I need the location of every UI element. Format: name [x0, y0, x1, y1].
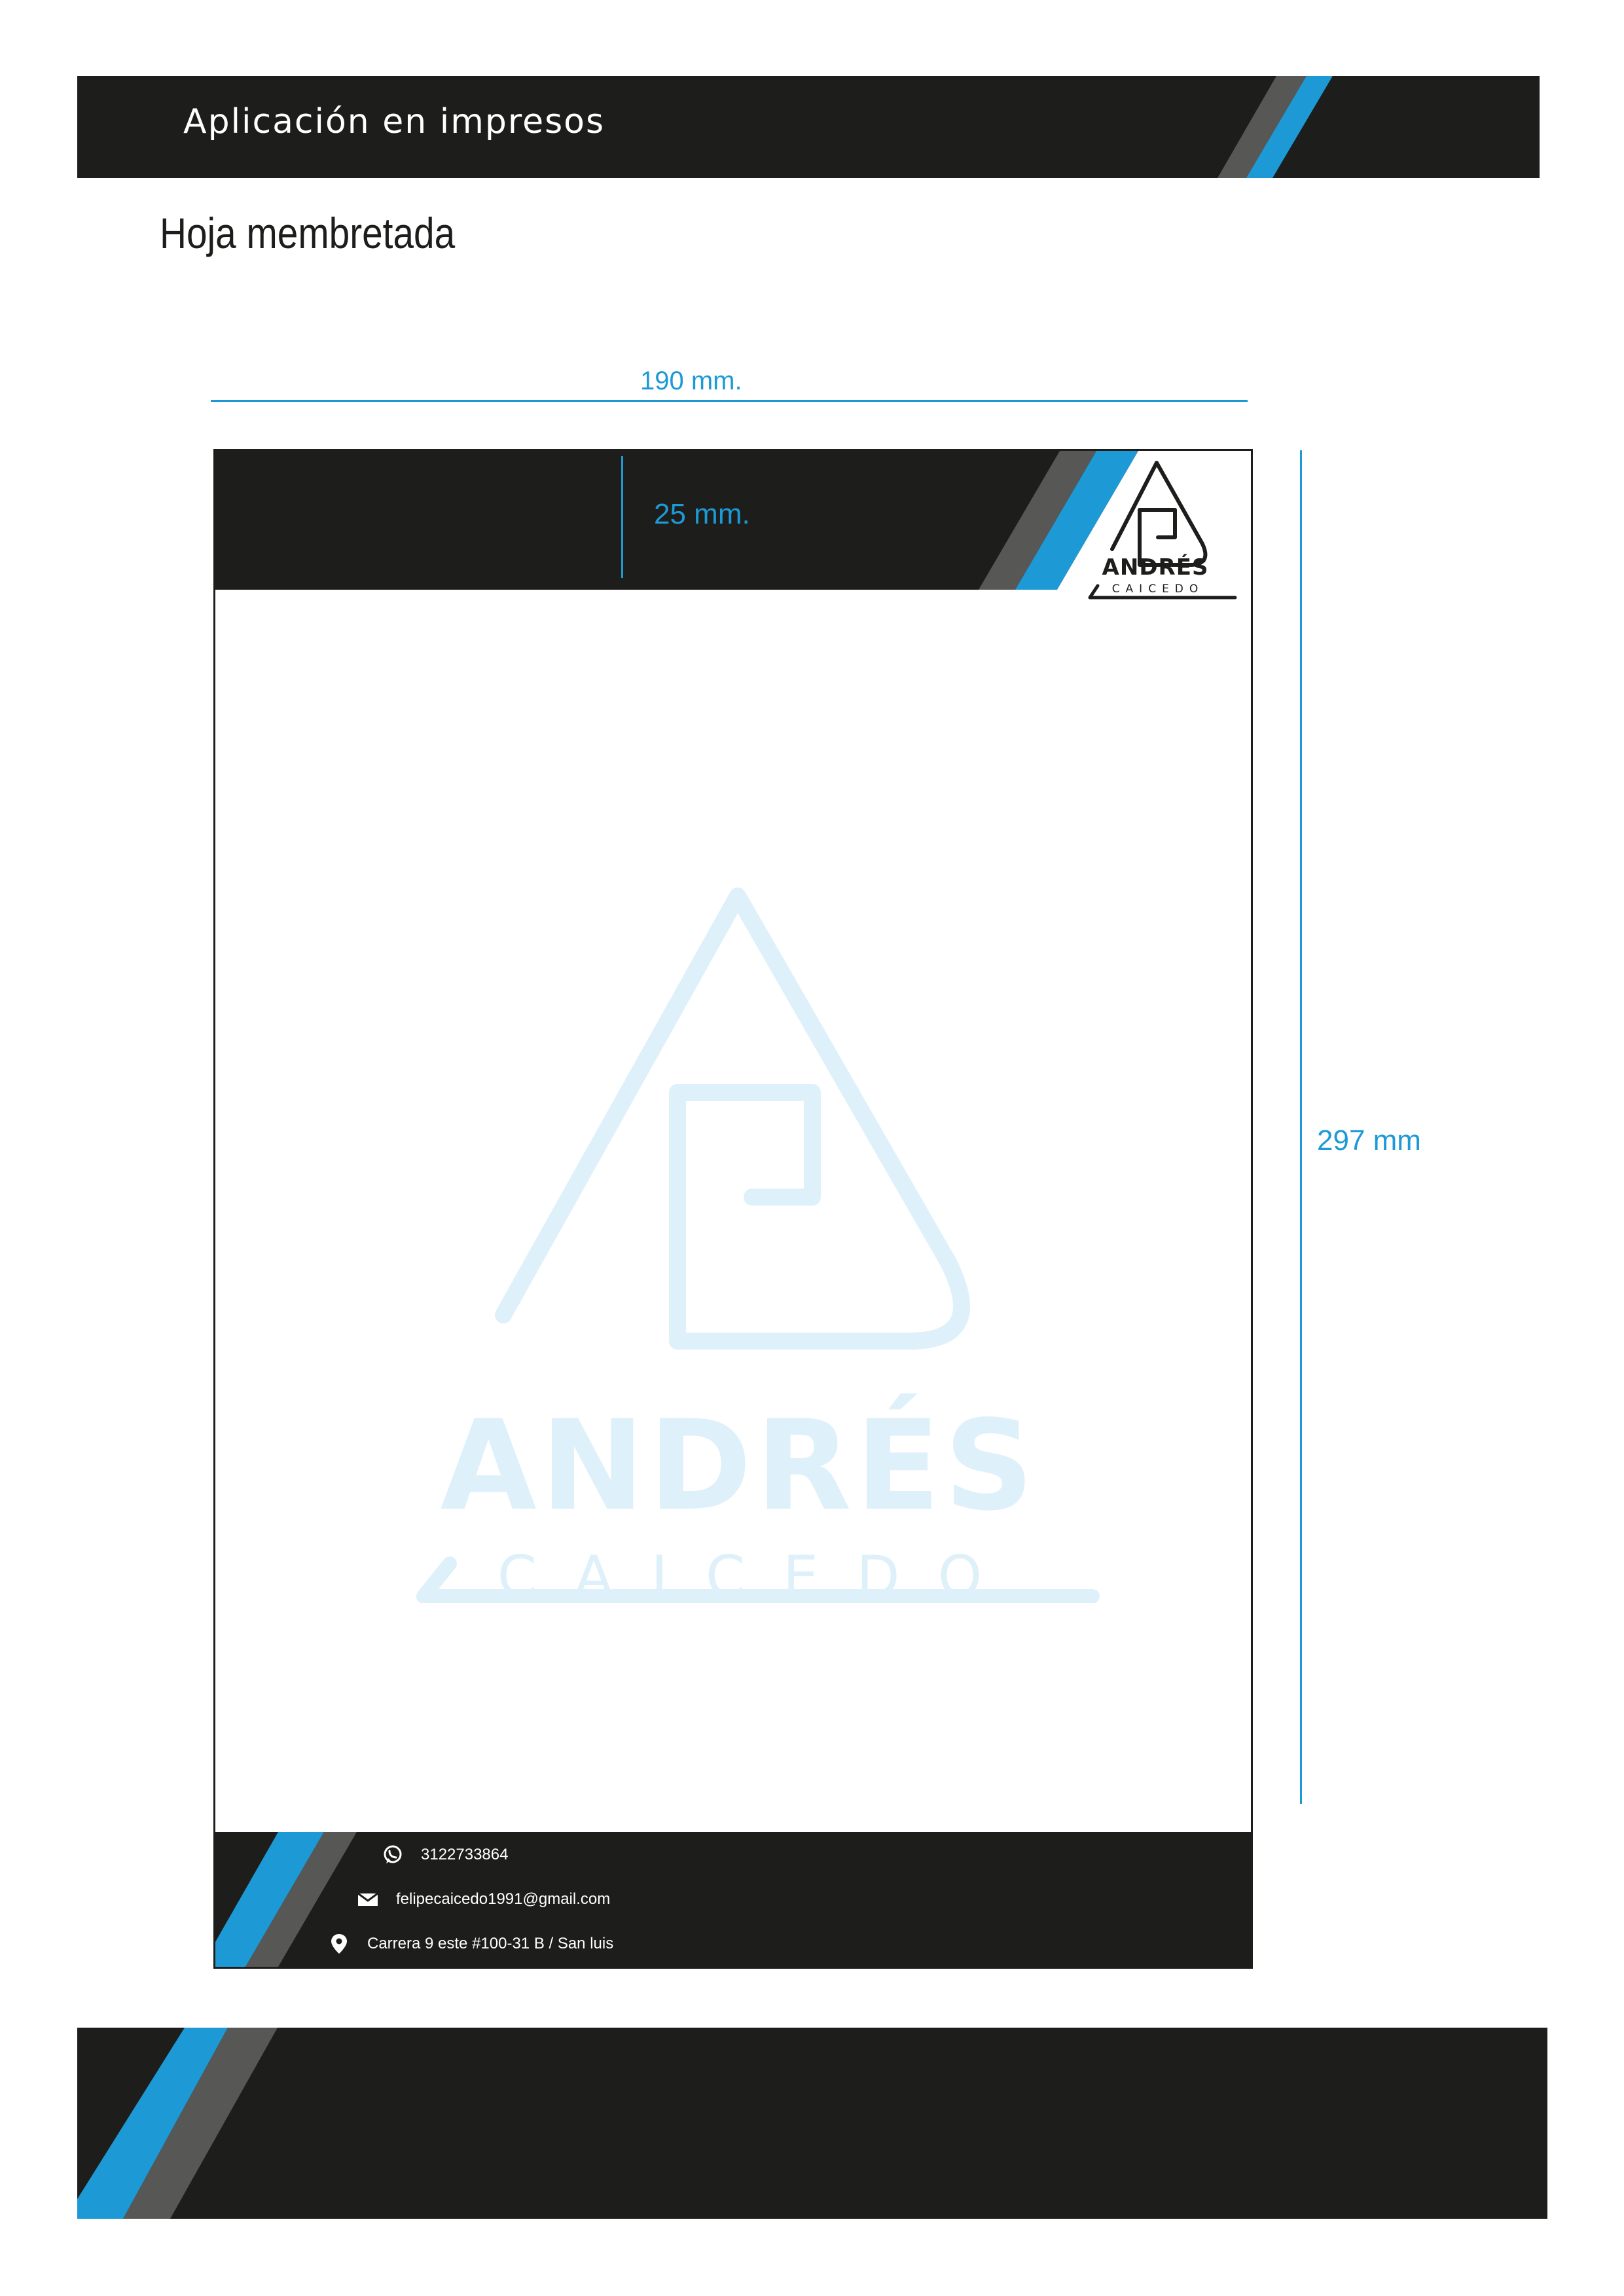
width-dimension-label: 190 mm.	[640, 367, 742, 395]
logo-triangle	[1110, 461, 1208, 567]
letterhead-sheet: 25 mm. ANDRÉS CAICEDO ANDRÉS CAICEDO 312…	[213, 449, 1253, 1969]
top-banner: Aplicación en impresos	[77, 76, 1540, 178]
watermark-logo: ANDRÉS CAICEDO	[372, 883, 1106, 1609]
whatsapp-icon	[384, 1845, 402, 1863]
banner-title: Aplicación en impresos	[183, 102, 605, 141]
contact-address: Carrera 9 este #100-31 B / San luis	[328, 1933, 613, 1955]
address-text: Carrera 9 este #100-31 B / San luis	[367, 1935, 614, 1952]
mail-icon	[357, 1892, 378, 1906]
width-dimension-line	[211, 400, 1248, 402]
email-text: felipecaicedo1991@gmail.com	[396, 1890, 611, 1908]
watermark-sub-text: CAICEDO	[497, 1544, 1020, 1609]
header-dimension-line	[621, 456, 623, 578]
watermark-triangle	[495, 888, 970, 1350]
contact-email: felipecaicedo1991@gmail.com	[357, 1888, 610, 1910]
phone-text: 3122733864	[421, 1846, 509, 1863]
watermark-brand-text: ANDRÉS	[440, 1393, 1038, 1538]
section-title: Hoja membretada	[160, 209, 456, 257]
height-dimension-label: 297 mm	[1317, 1124, 1421, 1157]
bottom-stripes	[77, 2028, 278, 2219]
contact-phone: 3122733864	[382, 1844, 508, 1866]
logo-mark	[1088, 461, 1237, 600]
logo-brand-text: ANDRÉS	[1102, 554, 1209, 581]
height-dimension-line	[1300, 450, 1302, 1804]
logo: ANDRÉS CAICEDO	[1073, 455, 1244, 603]
letterhead-footer: 3122733864 felipecaicedo1991@gmail.com C…	[215, 1832, 1251, 1967]
location-pin-icon	[331, 1934, 347, 1954]
logo-sub-text: CAICEDO	[1111, 583, 1204, 596]
bottom-band	[77, 2028, 1547, 2219]
header-dimension-label: 25 mm.	[654, 498, 750, 530]
